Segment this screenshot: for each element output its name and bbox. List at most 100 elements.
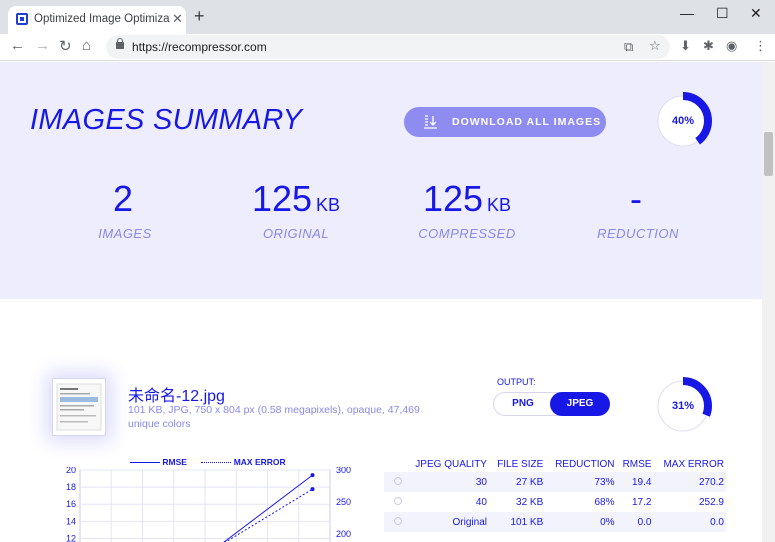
file-meta: 101 KB, JPG, 750 x 804 px (0.58 megapixe… [128, 404, 420, 430]
table-row[interactable]: 40 32 KB 68% 17.2 252.9 [384, 492, 726, 512]
stat-unit: KB [487, 195, 512, 215]
image-thumbnail[interactable] [52, 378, 106, 436]
y-tick-label: 12 [66, 533, 76, 542]
summary-progress-ring: 40% [652, 90, 714, 152]
url-text: https://recompressor.com [132, 40, 267, 54]
scrollbar-thumb[interactable] [764, 132, 773, 176]
row-radio[interactable] [394, 496, 402, 505]
close-window-button[interactable]: ✕ [750, 5, 762, 22]
legend-max-line [201, 462, 232, 464]
file-ring-label: 31% [671, 400, 695, 412]
stat-label: IMAGES [98, 226, 152, 241]
table-row[interactable]: Original 101 KB 0% 0.0 0.0 [384, 512, 726, 532]
cell-rmse: 17.2 [632, 496, 652, 508]
browser-window: Optimized Image Optimization ✕ + — ☐ ✕ ←… [0, 0, 775, 542]
stat-value: 125 [422, 178, 484, 219]
legend-rmse-line [130, 462, 160, 464]
y2-tick-label: 250 [336, 497, 351, 507]
stat-compressed: 125 KB COMPRESSED [382, 178, 552, 241]
lock-icon [116, 38, 124, 49]
stat-label: ORIGINAL [262, 226, 330, 241]
y2-tick-label: 200 [336, 529, 351, 539]
stat-original: 125 KB ORIGINAL [211, 178, 381, 241]
profile-avatar-icon[interactable]: ◉ [726, 38, 737, 54]
col-file-size: FILE SIZE [497, 458, 544, 470]
tab-title: Optimized Image Optimization [34, 13, 170, 25]
quality-table: JPEG QUALITY FILE SIZE REDUCTION RMSE MA… [384, 456, 726, 532]
tab-strip: Optimized Image Optimization ✕ + — ☐ ✕ [0, 0, 775, 34]
cell-reduction: 68% [594, 496, 615, 508]
output-format-toggle: PNG JPEG [493, 392, 610, 416]
cell-max-error: 0.0 [653, 512, 726, 532]
quality-chart: 2018161412300250200MAX [66, 467, 351, 542]
legend-max-error: MAX ERROR [233, 457, 286, 467]
browser-tab[interactable]: Optimized Image Optimization ✕ [8, 6, 186, 34]
cell-max-error: 270.2 [653, 472, 726, 492]
col-rmse: RMSE [622, 458, 652, 470]
cell-quality: 40 [475, 496, 487, 508]
max-error-point [310, 487, 315, 492]
file-progress-ring: 31% [652, 375, 714, 437]
translate-icon[interactable]: ⧉ [624, 39, 633, 55]
cell-rmse: 19.4 [616, 472, 654, 492]
page-title: IMAGES SUMMARY [30, 104, 303, 136]
download-all-button[interactable]: DOWNLOAD ALL IMAGES [404, 107, 606, 137]
stat-unit: KB [316, 195, 341, 215]
cell-size: 101 KB [488, 512, 546, 532]
back-icon[interactable]: ← [10, 37, 25, 54]
new-tab-button[interactable]: + [194, 7, 205, 25]
y-tick-label: 20 [66, 467, 76, 475]
minimize-button[interactable]: — [680, 5, 694, 21]
images-summary-panel: IMAGES SUMMARY DOWNLOAD ALL IMAGES 40% 2… [0, 62, 762, 299]
cell-max-error: 252.9 [698, 496, 724, 508]
extension-download-icon[interactable]: ⬇ [680, 38, 691, 54]
stat-images: 2 IMAGES [40, 178, 210, 241]
page-content: IMAGES SUMMARY DOWNLOAD ALL IMAGES 40% 2… [0, 62, 762, 542]
row-radio[interactable] [394, 516, 402, 525]
output-label: OUTPUT: [497, 377, 536, 387]
cell-rmse: 0.0 [616, 512, 654, 532]
download-all-label: DOWNLOAD ALL IMAGES [452, 116, 602, 128]
legend-rmse: RMSE [162, 457, 187, 467]
col-jpeg-quality: JPEG QUALITY [415, 458, 487, 470]
page-scrollbar[interactable] [762, 62, 775, 542]
stat-value: 2 [112, 178, 134, 219]
thumbnail-preview [56, 383, 102, 431]
bookmark-star-icon[interactable]: ☆ [649, 38, 661, 54]
tab-close-icon[interactable]: ✕ [172, 11, 183, 27]
cell-size: 27 KB [488, 472, 546, 492]
stat-label: REDUCTION [597, 226, 679, 241]
menu-kebab-icon[interactable]: ⋮ [754, 38, 767, 54]
y-tick-label: 14 [66, 516, 76, 526]
stat-label: COMPRESSED [418, 226, 516, 241]
table-row[interactable]: 30 27 KB 73% 19.4 270.2 [384, 472, 726, 492]
stat-reduction: - REDUCTION [553, 178, 723, 241]
address-bar[interactable]: https://recompressor.com ⧉ ☆ [106, 35, 670, 59]
cell-reduction: 0% [545, 512, 617, 532]
y-tick-label: 16 [66, 499, 76, 509]
stat-value: - [630, 178, 642, 219]
home-icon[interactable]: ⌂ [82, 37, 91, 54]
browser-toolbar: ← → ↻ ⌂ https://recompressor.com ⧉ ☆ ⬇ ✱… [0, 34, 775, 61]
col-max-error: MAX ERROR [663, 458, 724, 470]
y2-tick-label: 300 [336, 467, 351, 475]
chart-legend: RMSE MAX ERROR [130, 457, 286, 467]
cell-quality: Original [404, 512, 489, 532]
cell-reduction: 73% [545, 472, 617, 492]
png-option[interactable]: PNG [494, 393, 552, 415]
maximize-button[interactable]: ☐ [716, 5, 729, 22]
row-radio[interactable] [394, 476, 402, 485]
extensions-puzzle-icon[interactable]: ✱ [703, 38, 714, 54]
download-icon [424, 115, 437, 129]
rmse-point [310, 473, 315, 478]
y-tick-label: 18 [66, 482, 76, 492]
site-favicon-icon [16, 13, 28, 25]
jpeg-option[interactable]: JPEG [550, 392, 610, 416]
cell-quality: 30 [404, 472, 489, 492]
col-reduction: REDUCTION [555, 458, 615, 470]
reload-icon[interactable]: ↻ [59, 37, 72, 55]
forward-icon[interactable]: → [35, 37, 50, 54]
cell-size: 32 KB [516, 496, 544, 508]
summary-ring-label: 40% [671, 115, 695, 127]
stat-value: 125 [251, 178, 313, 219]
